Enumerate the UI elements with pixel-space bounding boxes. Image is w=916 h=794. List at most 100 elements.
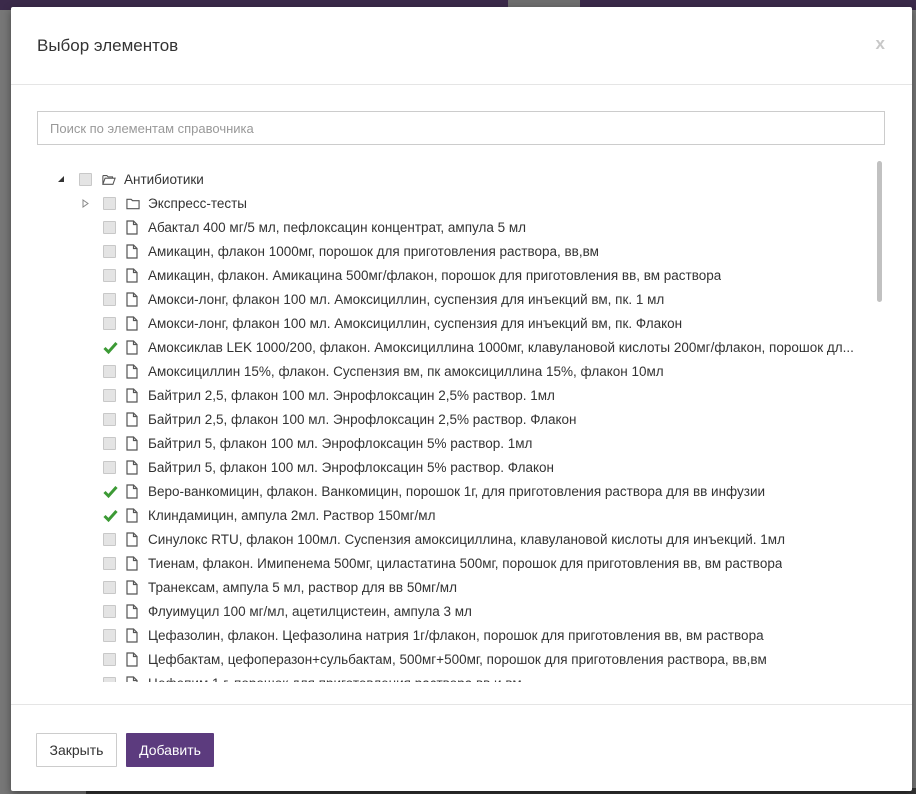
- tree-item[interactable]: Байтрил 2,5, флакон 100 мл. Энрофлоксаци…: [103, 407, 879, 431]
- tree-item[interactable]: Амикацин, флакон. Амикацина 500мг/флакон…: [103, 263, 879, 287]
- file-icon: [126, 219, 140, 235]
- file-icon: [126, 579, 140, 595]
- file-icon: [126, 555, 140, 571]
- file-icon: [126, 507, 140, 523]
- file-icon: [126, 459, 140, 475]
- tree-item[interactable]: Байтрил 5, флакон 100 мл. Энрофлоксацин …: [103, 455, 879, 479]
- item-label: Амоксиклав LEK 1000/200, флакон. Амоксиц…: [148, 339, 854, 355]
- tree-item[interactable]: Цефбактам, цефоперазон+сульбактам, 500мг…: [103, 647, 879, 671]
- item-label: Цефазолин, флакон. Цефазолина натрия 1г/…: [148, 627, 764, 643]
- file-icon: [126, 291, 140, 307]
- item-label: Байтрил 2,5, флакон 100 мл. Энрофлоксаци…: [148, 387, 555, 403]
- tree-scrollbar[interactable]: [877, 161, 882, 302]
- tree-item[interactable]: Байтрил 2,5, флакон 100 мл. Энрофлоксаци…: [103, 383, 879, 407]
- checkbox[interactable]: [103, 244, 116, 258]
- tree-item[interactable]: Амикацин, флакон 1000мг, порошок для при…: [103, 239, 879, 263]
- checkbox[interactable]: [103, 532, 116, 546]
- item-label: Веро-ванкомицин, флакон. Ванкомицин, пор…: [148, 483, 766, 499]
- item-label: Амокси-лонг, флакон 100 мл. Амоксициллин…: [148, 291, 665, 307]
- tree-item[interactable]: Тиенам, флакон. Имипенема 500мг, циласта…: [103, 551, 879, 575]
- checkmark-icon: [103, 485, 118, 498]
- tree-item[interactable]: Клиндамицин, ампула 2мл. Раствор 150мг/м…: [103, 503, 879, 527]
- tree-root-antibiotics[interactable]: Антибиотики: [55, 167, 879, 191]
- tree-item[interactable]: Цефепим,1 г, порошок для приготовления р…: [103, 671, 879, 682]
- item-label: Цефепим,1 г, порошок для приготовления р…: [148, 676, 522, 683]
- file-icon: [126, 435, 140, 451]
- file-icon: [126, 483, 140, 499]
- tree-item[interactable]: Амоксициллин 15%, флакон. Суспензия вм, …: [103, 359, 879, 383]
- checkbox[interactable]: [103, 340, 118, 354]
- file-icon: [126, 315, 140, 331]
- tree-list[interactable]: Антибиотики Экспресс-тесты Абактал 400 мг/…: [37, 160, 889, 682]
- triangle-down-icon[interactable]: [55, 173, 67, 185]
- checkbox[interactable]: [103, 652, 116, 666]
- file-icon: [126, 243, 140, 259]
- tree-item[interactable]: Флуимуцил 100 мг/мл, ацетилцистеин, ампу…: [103, 599, 879, 623]
- file-icon: [126, 531, 140, 547]
- tree-item[interactable]: Байтрил 5, флакон 100 мл. Энрофлоксацин …: [103, 431, 879, 455]
- tree-item[interactable]: Транексам, ампула 5 мл, раствор для вв 5…: [103, 575, 879, 599]
- checkbox[interactable]: [103, 580, 116, 594]
- close-button[interactable]: Закрыть: [36, 733, 117, 767]
- triangle-right-icon[interactable]: [79, 197, 91, 209]
- checkbox[interactable]: [103, 268, 116, 282]
- file-icon: [126, 627, 140, 643]
- checkbox[interactable]: [103, 292, 116, 306]
- tree-item[interactable]: Синулокс RTU, флакон 100мл. Суспензия ам…: [103, 527, 879, 551]
- item-label: Флуимуцил 100 мг/мл, ацетилцистеин, ампу…: [148, 603, 472, 619]
- file-icon: [126, 339, 140, 355]
- folder-icon: [126, 195, 140, 211]
- select-elements-dialog: Выбор элементов x Антибиотики Экспресс-те…: [11, 7, 912, 791]
- dialog-header: Выбор элементов x: [11, 7, 912, 85]
- tree-item[interactable]: Амокси-лонг, флакон 100 мл. Амоксициллин…: [103, 287, 879, 311]
- item-label: Байтрил 5, флакон 100 мл. Энрофлоксацин …: [148, 435, 533, 451]
- item-label: Амикацин, флакон 1000мг, порошок для при…: [148, 243, 599, 259]
- dialog-footer: Закрыть Добавить: [11, 704, 912, 791]
- file-icon: [126, 675, 140, 682]
- checkbox[interactable]: [103, 676, 116, 682]
- file-icon: [126, 603, 140, 619]
- item-label: Синулокс RTU, флакон 100мл. Суспензия ам…: [148, 531, 785, 547]
- item-label: Экспресс-тесты: [148, 195, 248, 211]
- checkbox[interactable]: [103, 412, 116, 426]
- item-label: Байтрил 5, флакон 100 мл. Энрофлоксацин …: [148, 459, 554, 475]
- item-label: Клиндамицин, ампула 2мл. Раствор 150мг/м…: [148, 507, 436, 523]
- add-button[interactable]: Добавить: [126, 733, 214, 767]
- checkbox[interactable]: [103, 628, 116, 642]
- checkbox[interactable]: [103, 604, 116, 618]
- item-label: Амикацин, флакон. Амикацина 500мг/флакон…: [148, 267, 722, 283]
- checkbox[interactable]: [103, 220, 116, 234]
- checkbox[interactable]: [103, 316, 116, 330]
- tree-item[interactable]: Амокси-лонг, флакон 100 мл. Амоксициллин…: [103, 311, 879, 335]
- tree-item[interactable]: Веро-ванкомицин, флакон. Ванкомицин, пор…: [103, 479, 879, 503]
- checkbox[interactable]: [103, 436, 116, 450]
- tree-folder[interactable]: Экспресс-тесты: [79, 191, 879, 215]
- file-icon: [126, 387, 140, 403]
- item-label: Амокси-лонг, флакон 100 мл. Амоксициллин…: [148, 315, 683, 331]
- file-icon: [126, 267, 140, 283]
- checkbox[interactable]: [103, 508, 118, 522]
- search-input[interactable]: [37, 111, 885, 145]
- item-label: Байтрил 2,5, флакон 100 мл. Энрофлоксаци…: [148, 411, 577, 427]
- item-label: Амоксициллин 15%, флакон. Суспензия вм, …: [148, 363, 664, 379]
- close-icon[interactable]: x: [876, 34, 885, 54]
- tree-item[interactable]: Цефазолин, флакон. Цефазолина натрия 1г/…: [103, 623, 879, 647]
- checkbox[interactable]: [79, 172, 92, 186]
- file-icon: [126, 363, 140, 379]
- tree-item[interactable]: Абактал 400 мг/5 мл, пефлоксацин концент…: [103, 215, 879, 239]
- tree-item[interactable]: Амоксиклав LEK 1000/200, флакон. Амоксиц…: [103, 335, 879, 359]
- item-label: Цефбактам, цефоперазон+сульбактам, 500мг…: [148, 651, 767, 667]
- checkbox[interactable]: [103, 388, 116, 402]
- dialog-title: Выбор элементов: [37, 36, 179, 55]
- checkbox[interactable]: [103, 460, 116, 474]
- checkbox[interactable]: [103, 484, 118, 498]
- item-label: Транексам, ампула 5 мл, раствор для вв 5…: [148, 579, 457, 595]
- checkmark-icon: [103, 509, 118, 522]
- file-icon: [126, 411, 140, 427]
- checkbox[interactable]: [103, 364, 116, 378]
- checkbox[interactable]: [103, 556, 116, 570]
- checkbox[interactable]: [103, 196, 116, 210]
- item-label: Антибиотики: [124, 171, 204, 187]
- folder-open-icon: [102, 171, 116, 187]
- file-icon: [126, 651, 140, 667]
